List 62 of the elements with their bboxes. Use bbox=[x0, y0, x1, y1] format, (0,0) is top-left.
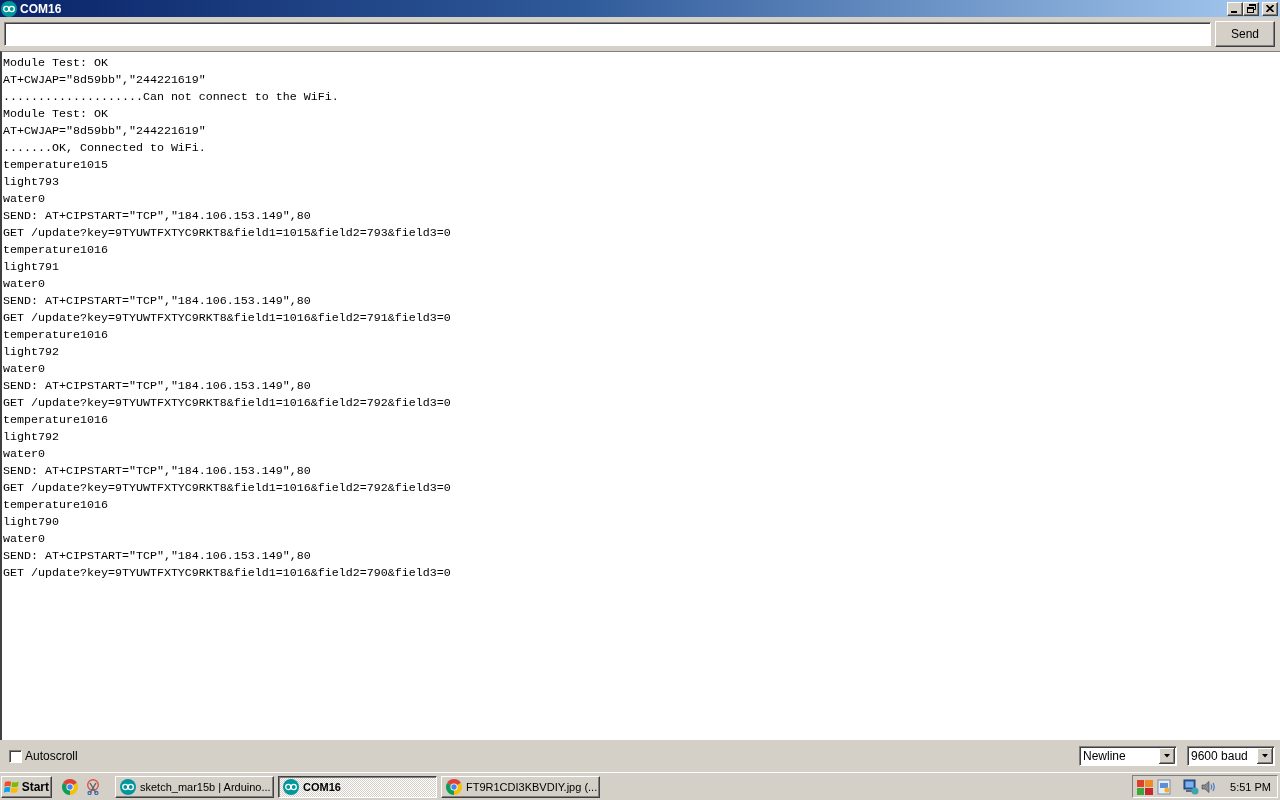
minimize-button[interactable] bbox=[1227, 1, 1243, 16]
console-line: water0 bbox=[3, 276, 45, 293]
dropdown-caret-icon[interactable] bbox=[1257, 748, 1273, 764]
console-line: light792 bbox=[3, 429, 59, 446]
console-line: temperature1016 bbox=[3, 242, 108, 259]
autoscroll-checkbox[interactable] bbox=[9, 749, 22, 763]
console-line: SEND: AT+CIPSTART="TCP","184.106.153.149",80 bbox=[3, 378, 311, 395]
console-line: GET /update?key=9TYUWTFXTYC9RKT8&field1=1016&field2=791&field3=0 bbox=[3, 310, 451, 327]
console-line: GET /update?key=9TYUWTFXTYC9RKT8&field1=1015&field2=793&field3=0 bbox=[3, 225, 451, 242]
taskbar-button[interactable]: COM16 bbox=[278, 775, 437, 798]
console-line: light790 bbox=[3, 514, 59, 531]
console-line: temperature1016 bbox=[3, 497, 108, 514]
window-title: COM16 bbox=[20, 1, 62, 16]
console-line: SEND: AT+CIPSTART="TCP","184.106.153.149",80 bbox=[3, 463, 311, 480]
console-line: SEND: AT+CIPSTART="TCP","184.106.153.149",80 bbox=[3, 548, 311, 565]
console-line: temperature1016 bbox=[3, 327, 108, 344]
autoscroll-label[interactable]: Autoscroll bbox=[25, 749, 78, 763]
close-button[interactable] bbox=[1262, 1, 1278, 16]
console-line: ....................Can not connect to the WiFi. bbox=[3, 89, 339, 106]
send-button[interactable]: Send bbox=[1215, 21, 1275, 47]
console-line: AT+CWJAP="8d59bb","244221619" bbox=[3, 123, 206, 140]
document-icon[interactable] bbox=[1156, 778, 1172, 795]
console-line: GET /update?key=9TYUWTFXTYC9RKT8&field1=1016&field2=792&field3=0 bbox=[3, 395, 451, 412]
infinity-logo-icon bbox=[120, 778, 136, 795]
app-logo-icon bbox=[1, 0, 17, 17]
clock[interactable]: 5:51 PM bbox=[1230, 780, 1271, 793]
console-line: water0 bbox=[3, 446, 45, 463]
console-line: temperature1015 bbox=[3, 157, 108, 174]
console-line: AT+CWJAP="8d59bb","244221619" bbox=[3, 72, 206, 89]
console-line: water0 bbox=[3, 531, 45, 548]
console-line: light793 bbox=[3, 174, 59, 191]
infinity-logo-icon bbox=[283, 778, 299, 795]
message-input[interactable] bbox=[4, 22, 1211, 46]
console-line: water0 bbox=[3, 361, 45, 378]
console-line: .......OK, Connected to WiFi. bbox=[3, 140, 206, 157]
baud-rate-dropdown[interactable]: 9600 baud bbox=[1187, 746, 1275, 766]
console-line: water0 bbox=[3, 191, 45, 208]
taskbar-button[interactable]: sketch_mar15b | Arduino... bbox=[115, 775, 274, 798]
taskbar-button[interactable]: FT9R1CDI3KBVDIY.jpg (... bbox=[441, 775, 600, 798]
line-ending-dropdown[interactable]: Newline bbox=[1079, 746, 1177, 766]
console-line: light792 bbox=[3, 344, 59, 361]
restore-button[interactable] bbox=[1243, 1, 1259, 16]
console-line: Module Test: OK bbox=[3, 106, 108, 123]
network-icon[interactable] bbox=[1183, 778, 1199, 795]
dropdown-caret-icon[interactable] bbox=[1159, 748, 1175, 764]
console-line: SEND: AT+CIPSTART="TCP","184.106.153.149",80 bbox=[3, 208, 311, 225]
close-icon bbox=[1266, 5, 1274, 12]
speaker-icon[interactable] bbox=[1201, 778, 1217, 795]
browser-icon[interactable] bbox=[62, 778, 78, 795]
minimize-icon bbox=[1231, 10, 1237, 13]
console-line: temperature1016 bbox=[3, 412, 108, 429]
scissors-icon[interactable] bbox=[85, 778, 101, 795]
console-line: light791 bbox=[3, 259, 59, 276]
console-line: SEND: AT+CIPSTART="TCP","184.106.153.149",80 bbox=[3, 293, 311, 310]
color-tiles-icon[interactable] bbox=[1137, 778, 1153, 795]
console-line: GET /update?key=9TYUWTFXTYC9RKT8&field1=1016&field2=792&field3=0 bbox=[3, 480, 451, 497]
browser-icon bbox=[446, 778, 462, 795]
flag-icon bbox=[4, 778, 20, 795]
start-button[interactable]: Start bbox=[1, 775, 52, 798]
console-line: Module Test: OK bbox=[3, 55, 108, 72]
restore-icon bbox=[1246, 4, 1256, 13]
console-line: GET /update?key=9TYUWTFXTYC9RKT8&field1=1016&field2=790&field3=0 bbox=[3, 565, 451, 582]
